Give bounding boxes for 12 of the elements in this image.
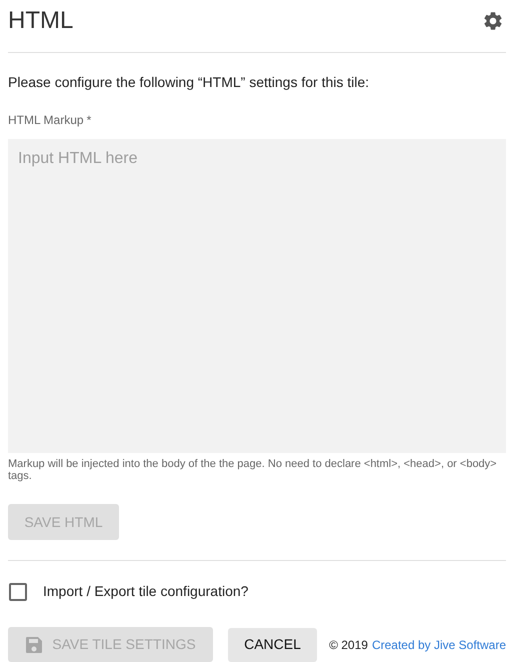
helper-text: Markup will be injected into the body of the the page. No need to declare <html>, <head>, or <body> tags. [8, 458, 498, 482]
copyright-text: © 2019 [329, 636, 368, 654]
instruction-text: Please configure the following “HTML” settings for this tile: [8, 73, 370, 92]
cancel-button[interactable]: CANCEL [228, 628, 317, 662]
jive-link[interactable]: Created by Jive Software [372, 636, 506, 654]
checkbox[interactable] [9, 582, 27, 600]
checkbox-label: Import / Export tile configuration? [43, 582, 248, 601]
field-label: HTML Markup [8, 112, 84, 129]
markup-field[interactable]: Input HTML here [8, 139, 506, 453]
page-title: HTML [8, 9, 74, 33]
required-mark: * [86, 112, 92, 129]
settings-icon[interactable] [482, 10, 504, 32]
